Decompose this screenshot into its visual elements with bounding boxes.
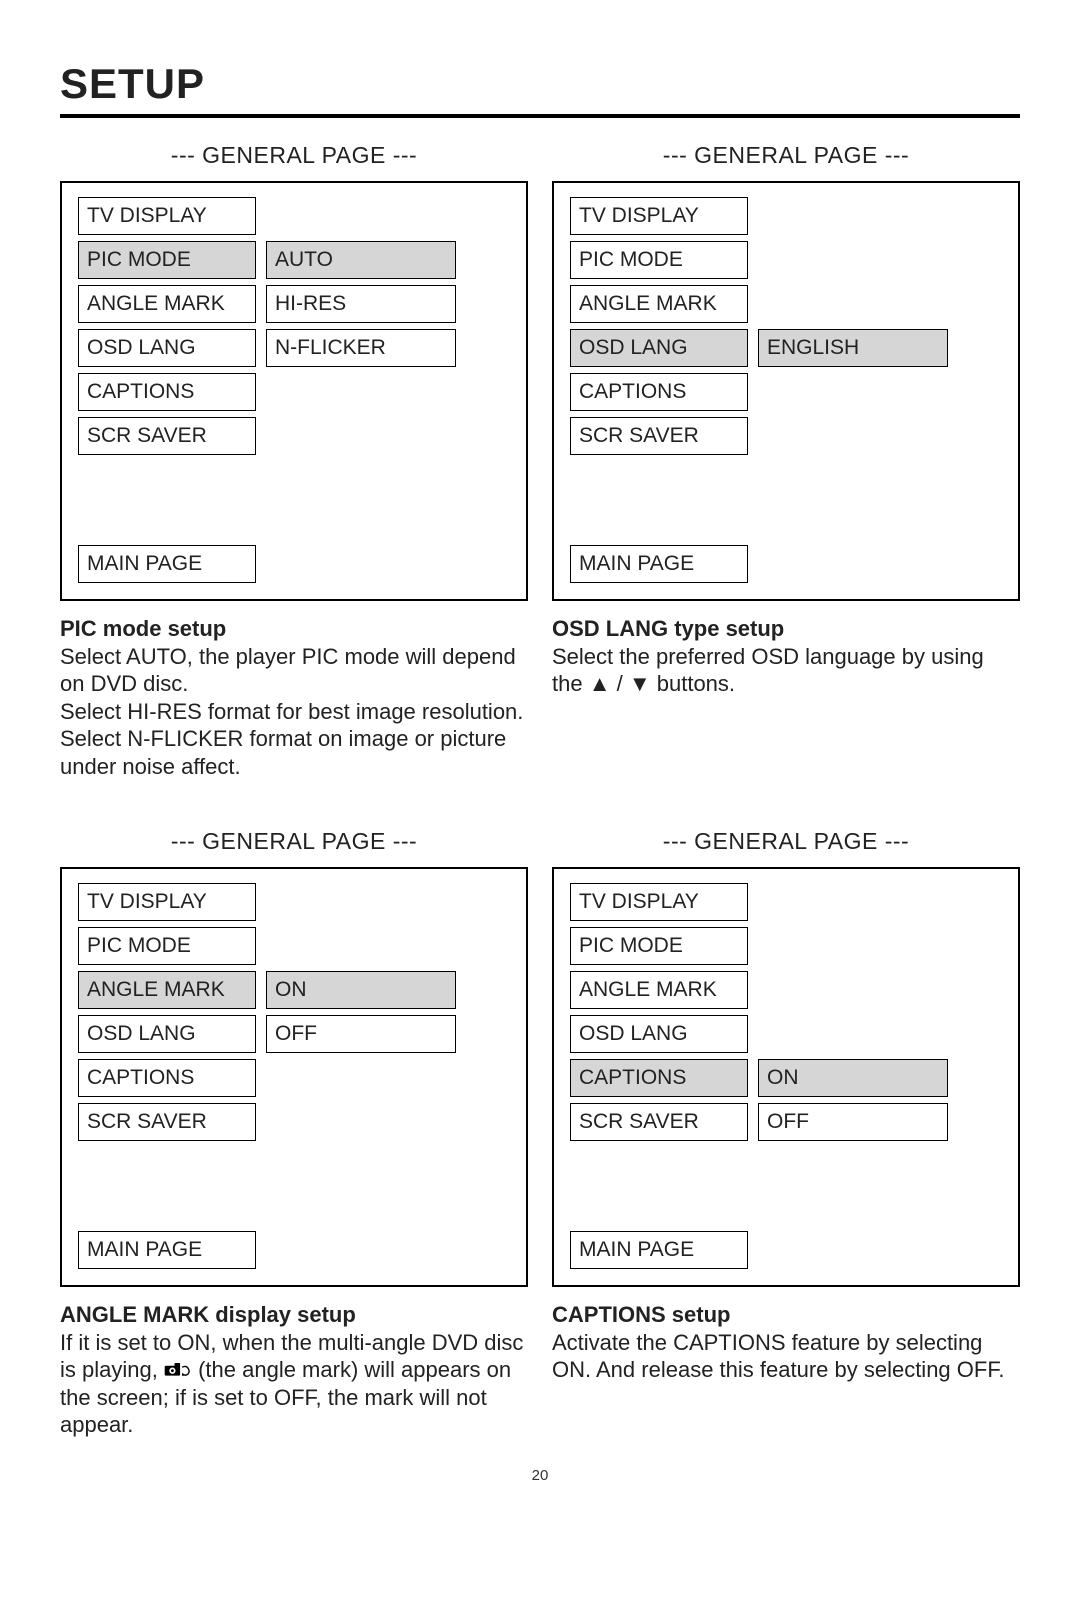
desc-title: OSD LANG type setup (552, 615, 1020, 643)
menu-item-captions[interactable]: CAPTIONS (78, 373, 256, 411)
menu-item-main-page[interactable]: MAIN PAGE (570, 545, 748, 583)
menu-header: --- GENERAL PAGE --- (552, 142, 1020, 169)
menu-panel-captions: TV DISPLAY PIC MODE ANGLE MARK OSD LANG … (552, 867, 1020, 1287)
menu-item-main-page[interactable]: MAIN PAGE (78, 545, 256, 583)
title-rule (60, 114, 1020, 118)
desc-line: If it is set to ON, when the multi-angle… (60, 1329, 528, 1439)
menu-item-pic-mode[interactable]: PIC MODE (570, 927, 748, 965)
menu-item-tv-display[interactable]: TV DISPLAY (570, 197, 748, 235)
menu-item-tv-display[interactable]: TV DISPLAY (78, 197, 256, 235)
block-osd-lang: --- GENERAL PAGE --- TV DISPLAY PIC MODE… (552, 142, 1020, 780)
page-number: 20 (60, 1467, 1020, 1484)
option-on[interactable]: ON (758, 1059, 948, 1097)
menu-panel-osd: TV DISPLAY PIC MODE ANGLE MARK OSD LANG … (552, 181, 1020, 601)
option-off[interactable]: OFF (758, 1103, 948, 1141)
menu-item-osd-lang[interactable]: OSD LANG (570, 1015, 748, 1053)
desc-title: CAPTIONS setup (552, 1301, 1020, 1329)
menu-header: --- GENERAL PAGE --- (552, 828, 1020, 855)
content-grid: --- GENERAL PAGE --- TV DISPLAY PIC MODE… (60, 142, 1020, 1439)
desc-angle-mark: ANGLE MARK display setup If it is set to… (60, 1301, 528, 1439)
down-arrow-icon (629, 671, 651, 696)
desc-text: Select the preferred OSD language by usi… (552, 644, 984, 697)
menu-item-angle-mark[interactable]: ANGLE MARK (78, 971, 256, 1009)
desc-line: Select AUTO, the player PIC mode will de… (60, 643, 528, 698)
menu-item-angle-mark[interactable]: ANGLE MARK (570, 971, 748, 1009)
option-english[interactable]: ENGLISH (758, 329, 948, 367)
menu-item-scr-saver[interactable]: SCR SAVER (570, 1103, 748, 1141)
desc-line: Select HI-RES format for best image reso… (60, 698, 528, 726)
desc-line: Activate the CAPTIONS feature by selecti… (552, 1329, 1020, 1384)
menu-item-captions[interactable]: CAPTIONS (78, 1059, 256, 1097)
menu-item-tv-display[interactable]: TV DISPLAY (570, 883, 748, 921)
menu-item-scr-saver[interactable]: SCR SAVER (78, 417, 256, 455)
desc-title: PIC mode setup (60, 615, 528, 643)
menu-item-angle-mark[interactable]: ANGLE MARK (78, 285, 256, 323)
page-title: SETUP (60, 60, 1020, 108)
menu-item-scr-saver[interactable]: SCR SAVER (570, 417, 748, 455)
menu-panel-angle: TV DISPLAY PIC MODE ANGLE MARK ON OSD LA… (60, 867, 528, 1287)
angle-mark-icon (164, 1361, 192, 1379)
menu-item-tv-display[interactable]: TV DISPLAY (78, 883, 256, 921)
menu-panel-pic: TV DISPLAY PIC MODE AUTO ANGLE MARK HI-R… (60, 181, 528, 601)
option-n-flicker[interactable]: N-FLICKER (266, 329, 456, 367)
desc-captions: CAPTIONS setup Activate the CAPTIONS fea… (552, 1301, 1020, 1384)
menu-item-captions[interactable]: CAPTIONS (570, 1059, 748, 1097)
menu-item-pic-mode[interactable]: PIC MODE (570, 241, 748, 279)
desc-line: Select N-FLICKER format on image or pict… (60, 725, 528, 780)
menu-item-osd-lang[interactable]: OSD LANG (78, 1015, 256, 1053)
menu-item-scr-saver[interactable]: SCR SAVER (78, 1103, 256, 1141)
desc-pic-mode: PIC mode setup Select AUTO, the player P… (60, 615, 528, 780)
menu-item-pic-mode[interactable]: PIC MODE (78, 927, 256, 965)
desc-text: buttons. (657, 671, 735, 696)
up-arrow-icon (589, 671, 611, 696)
block-captions: --- GENERAL PAGE --- TV DISPLAY PIC MODE… (552, 828, 1020, 1439)
menu-item-pic-mode[interactable]: PIC MODE (78, 241, 256, 279)
option-on[interactable]: ON (266, 971, 456, 1009)
block-pic-mode: --- GENERAL PAGE --- TV DISPLAY PIC MODE… (60, 142, 528, 780)
menu-item-osd-lang[interactable]: OSD LANG (570, 329, 748, 367)
option-hi-res[interactable]: HI-RES (266, 285, 456, 323)
menu-item-osd-lang[interactable]: OSD LANG (78, 329, 256, 367)
menu-item-main-page[interactable]: MAIN PAGE (570, 1231, 748, 1269)
desc-osd-lang: OSD LANG type setup Select the preferred… (552, 615, 1020, 698)
menu-header: --- GENERAL PAGE --- (60, 828, 528, 855)
menu-item-angle-mark[interactable]: ANGLE MARK (570, 285, 748, 323)
block-angle-mark: --- GENERAL PAGE --- TV DISPLAY PIC MODE… (60, 828, 528, 1439)
menu-item-main-page[interactable]: MAIN PAGE (78, 1231, 256, 1269)
desc-title: ANGLE MARK display setup (60, 1301, 528, 1329)
menu-header: --- GENERAL PAGE --- (60, 142, 528, 169)
option-auto[interactable]: AUTO (266, 241, 456, 279)
option-off[interactable]: OFF (266, 1015, 456, 1053)
menu-item-captions[interactable]: CAPTIONS (570, 373, 748, 411)
desc-line: Select the preferred OSD language by usi… (552, 643, 1020, 698)
